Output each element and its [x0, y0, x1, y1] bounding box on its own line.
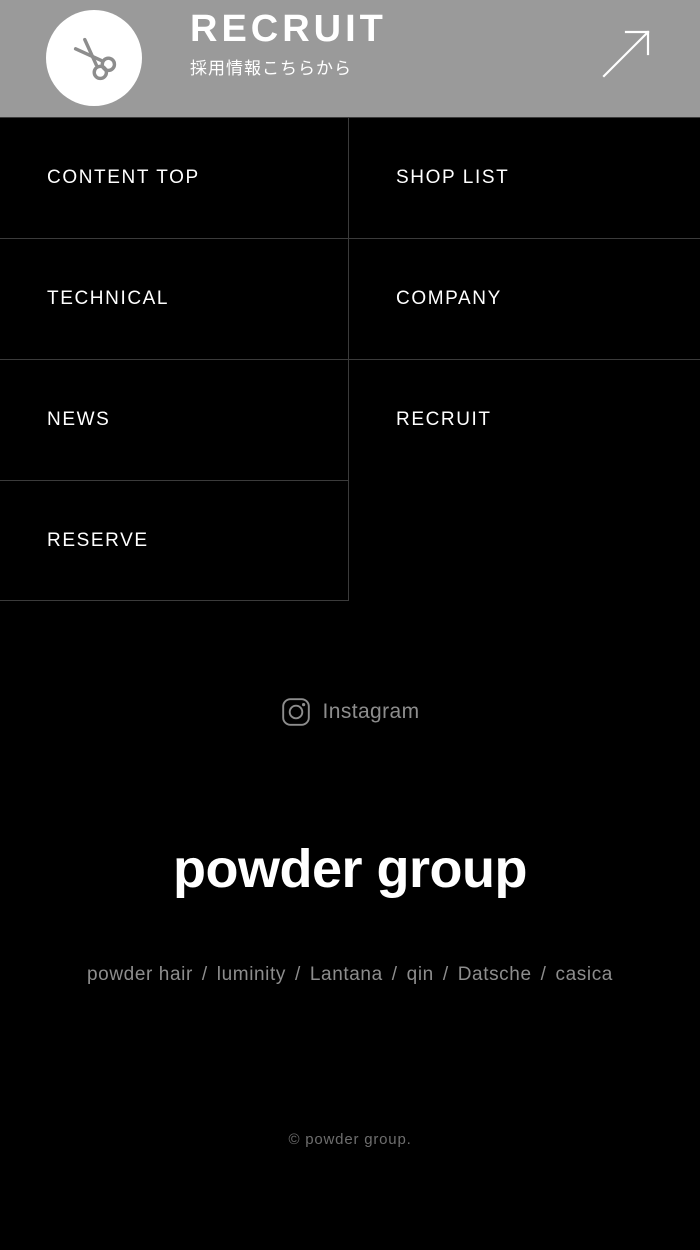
- brand-separator: /: [295, 964, 301, 985]
- nav-item-content-top[interactable]: CONTENT TOP: [0, 117, 349, 238]
- recruit-banner[interactable]: RECRUIT 採用情報こちらから: [0, 0, 700, 118]
- brand-separator: /: [442, 964, 449, 985]
- brand-list: powder hair / luminity / Lantana / qin / Datsche…: [70, 953, 630, 996]
- brand-item-luminity[interactable]: luminity: [217, 964, 286, 985]
- nav-label: RECRUIT: [396, 409, 492, 430]
- page-root: RECRUIT 採用情報こちらから CONTENT TOP SHOP LIST …: [0, 0, 700, 1250]
- nav-item-recruit[interactable]: RECRUIT: [349, 359, 700, 480]
- brand-item-casica[interactable]: casica: [556, 964, 613, 985]
- nav-item-technical[interactable]: TECHNICAL: [0, 238, 349, 359]
- nav-item-reserve[interactable]: RESERVE: [0, 480, 349, 601]
- nav-item-company[interactable]: COMPANY: [349, 238, 700, 359]
- nav-label: CONTENT TOP: [47, 167, 200, 188]
- nav-label: SHOP LIST: [396, 167, 510, 188]
- nav-item-news[interactable]: NEWS: [0, 359, 349, 480]
- brand-item-datsche[interactable]: Datsche: [458, 964, 532, 985]
- nav-label: TECHNICAL: [47, 288, 170, 309]
- nav-grid-empty-cell: [349, 480, 700, 601]
- nav-label: COMPANY: [396, 288, 502, 309]
- nav-label: NEWS: [47, 409, 111, 430]
- brand-item-lantana[interactable]: Lantana: [310, 964, 383, 985]
- brand-separator: /: [201, 964, 208, 985]
- footer-nav-grid: CONTENT TOP SHOP LIST TECHNICAL COMPANY …: [0, 117, 700, 601]
- instagram-label: Instagram: [322, 700, 420, 723]
- recruit-subtitle: 採用情報こちらから: [190, 59, 352, 78]
- copyright-text: © powder group.: [288, 1131, 412, 1148]
- arrow-up-right-icon: [602, 30, 650, 78]
- recruit-title: RECRUIT: [190, 8, 387, 50]
- instagram-icon: [281, 698, 310, 726]
- brand-separator: /: [540, 964, 547, 985]
- nav-item-shop-list[interactable]: SHOP LIST: [349, 117, 700, 238]
- powder-group-logo: powder group: [173, 839, 527, 899]
- nav-label: RESERVE: [47, 529, 149, 551]
- brand-item-powder-hair[interactable]: powder hair: [87, 964, 193, 985]
- recruit-scissors-badge: [46, 10, 142, 106]
- recruit-text-block: RECRUIT 採用情報こちらから: [190, 8, 387, 80]
- scissors-icon: [73, 37, 117, 81]
- brand-separator: /: [391, 964, 398, 985]
- instagram-link[interactable]: Instagram: [0, 697, 700, 727]
- brand-item-qin[interactable]: qin: [407, 964, 434, 985]
